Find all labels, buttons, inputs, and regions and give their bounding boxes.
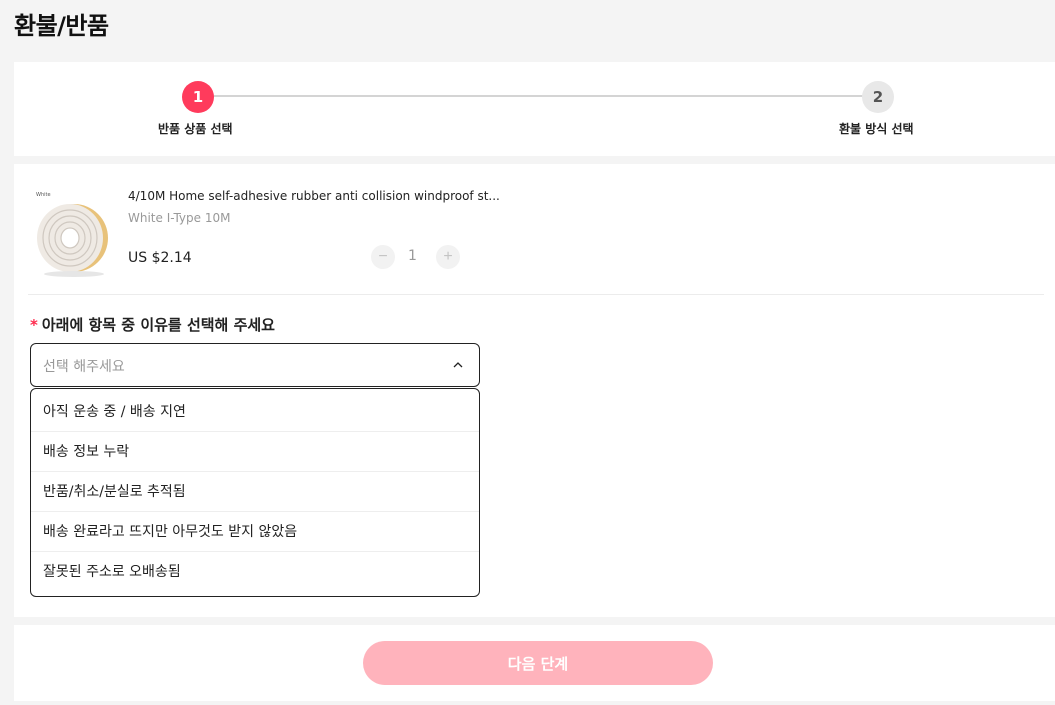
progress-steps: 1 2 반품 상품 선택 환불 방식 선택 [14,62,1055,156]
return-form-card: White 4/10M Home self-adhesive rubber an… [14,164,1055,617]
reason-label-text: 아래에 항목 중 이유를 선택해 주세요 [41,316,275,334]
step-1-indicator: 1 [182,81,214,113]
reason-option[interactable]: 아직 운송 중 / 배송 지연 [31,392,479,432]
reason-select[interactable]: 선택 해주세요 [30,343,480,387]
quantity-increase-button[interactable]: + [436,245,460,269]
reason-option[interactable]: 배송 정보 누락 [31,432,479,472]
reason-label: * 아래에 항목 중 이유를 선택해 주세요 [30,314,275,335]
product-variant: White I-Type 10M [128,211,231,225]
chevron-up-icon [453,362,463,368]
step-1-label: 반품 상품 선택 [158,122,233,136]
reason-option[interactable]: 배송 완료라고 뜨지만 아무것도 받지 않았음 [31,512,479,552]
step-2-indicator: 2 [862,81,894,113]
product-name[interactable]: 4/10M Home self-adhesive rubber anti col… [128,189,500,203]
reason-option[interactable]: 잘못된 주소로 오배송됨 [31,552,479,592]
reason-dropdown-menu: 아직 운송 중 / 배송 지연 배송 정보 누락 반품/취소/분실로 추적됨 배… [30,388,480,597]
quantity-decrease-button[interactable]: − [371,245,395,269]
product-price: US $2.14 [128,250,192,266]
quantity-value: 1 [408,248,417,264]
product-thumbnail: White [36,192,108,277]
page-title: 환불/반품 [14,12,109,40]
required-mark: * [30,316,38,334]
step-connector-line [212,95,892,97]
step-2-label: 환불 방식 선택 [839,122,914,136]
section-divider [28,294,1044,295]
next-step-button[interactable]: 다음 단계 [363,641,713,685]
footer-bar: 다음 단계 [14,625,1055,701]
reason-select-placeholder: 선택 해주세요 [43,359,125,375]
reason-option[interactable]: 반품/취소/분실로 추적됨 [31,472,479,512]
product-image-caption: White [36,192,51,198]
